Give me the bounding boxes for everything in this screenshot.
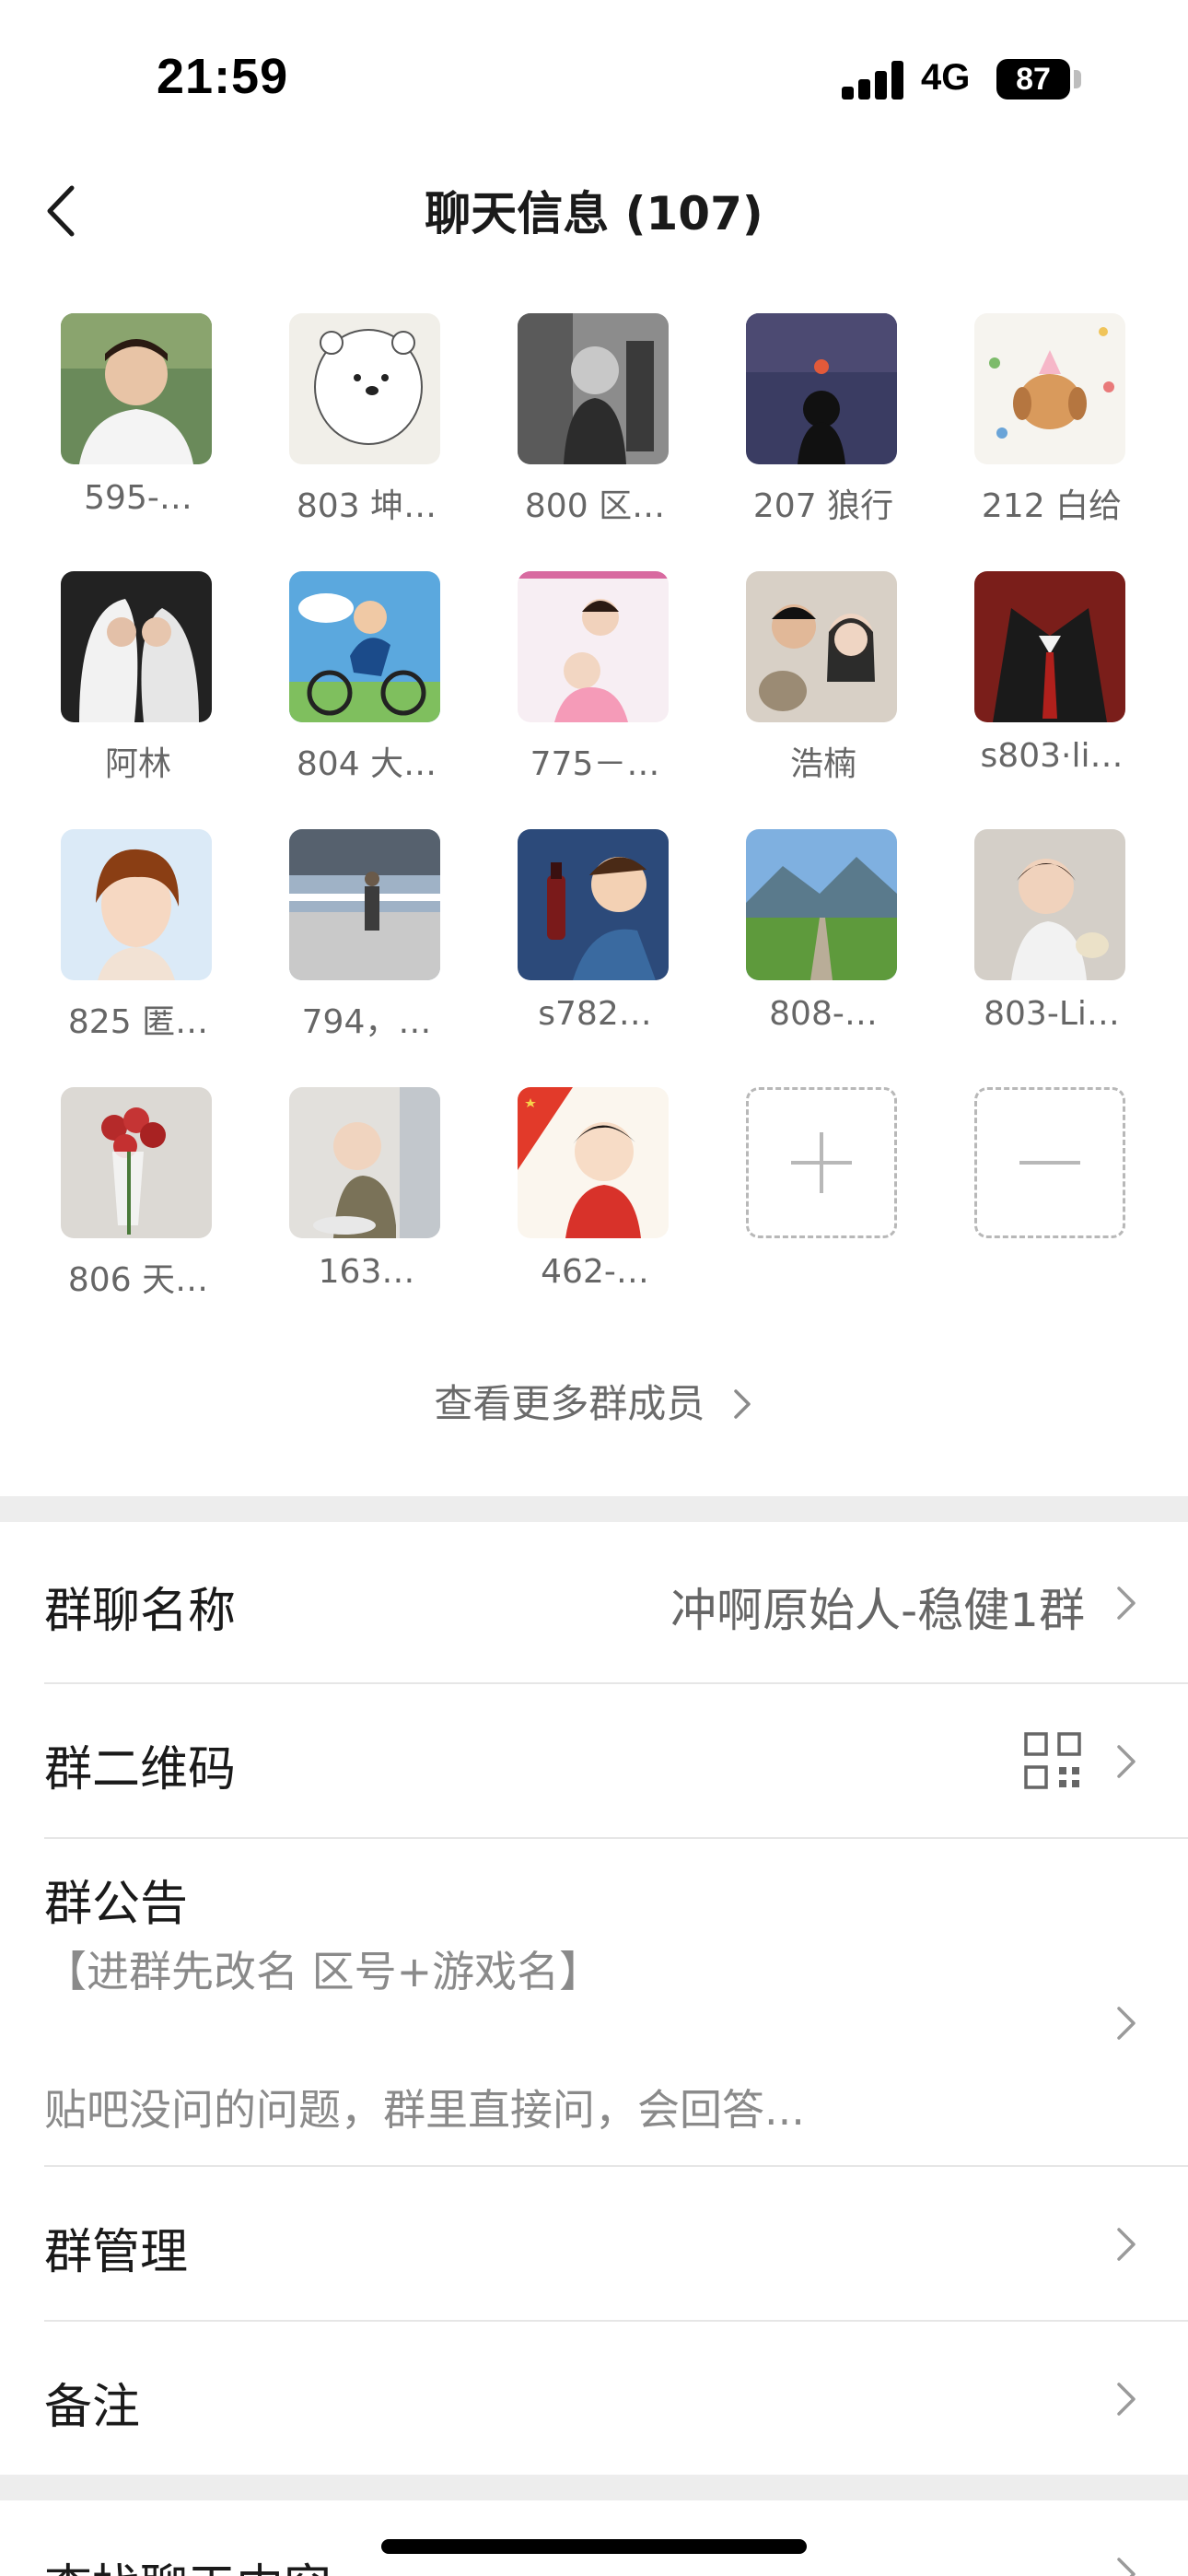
member-item[interactable]: 806 天…: [31, 1087, 215, 1308]
member-item[interactable]: 163…: [260, 1087, 444, 1308]
member-item[interactable]: 804 大…: [260, 571, 444, 792]
avatar: [61, 829, 212, 980]
member-item[interactable]: s803·li…: [945, 571, 1129, 792]
group-manage-label: 群管理: [44, 2225, 189, 2280]
member-name: 775－…: [530, 745, 660, 783]
avatar: [518, 571, 669, 722]
member-item[interactable]: 212 白给: [945, 313, 1129, 534]
plus-icon: [791, 1132, 852, 1193]
member-item[interactable]: 775－…: [488, 571, 672, 792]
notice-line-1: 【进群先改名 区号+游戏名】: [44, 1947, 602, 1996]
chevron-right-icon: [1117, 1587, 1136, 1620]
member-name: 阿林: [104, 745, 171, 783]
avatar: [289, 571, 440, 722]
avatar: [289, 829, 440, 980]
member-name: s803·li…: [980, 737, 1124, 775]
status-time: 21:59: [157, 49, 289, 104]
member-item[interactable]: 595-…: [31, 313, 215, 534]
member-name: 207 狼行: [752, 487, 894, 525]
member-item[interactable]: 803 坤…: [260, 313, 444, 534]
member-name: 803 坤…: [296, 487, 437, 525]
member-item[interactable]: 浩楠: [716, 571, 901, 792]
notice-line-2: 贴吧没问的问题，群里直接问，会回答...: [44, 2085, 805, 2135]
member-item[interactable]: 462-…: [488, 1087, 672, 1308]
member-name: 595-…: [84, 479, 192, 517]
avatar: [518, 1087, 669, 1238]
member-item[interactable]: 803-Li…: [945, 829, 1129, 1050]
group-name-row[interactable]: 群聊名称 冲啊原始人-稳健1群: [0, 1522, 1188, 1682]
status-bar: 21:59 4G 87: [0, 0, 1188, 157]
battery-icon: 87: [996, 59, 1070, 100]
group-name-value: 冲啊原始人-稳健1群: [670, 1584, 1085, 1637]
avatar: [61, 571, 212, 722]
chevron-right-icon: [1117, 2383, 1136, 2416]
member-name: 浩楠: [789, 745, 856, 783]
chevron-right-icon: [1117, 1745, 1136, 1778]
home-indicator[interactable]: [381, 2539, 807, 2554]
section-separator: [0, 2475, 1188, 2500]
group-name-label: 群聊名称: [44, 1584, 237, 1639]
member-item[interactable]: 825 匿…: [31, 829, 215, 1050]
remark-label: 备注: [44, 2380, 141, 2435]
chevron-right-icon: [1117, 2007, 1136, 2040]
qr-code-icon: [1024, 1732, 1081, 1789]
view-more-label: 查看更多群成员: [434, 1381, 705, 1426]
avatar: [289, 1087, 440, 1238]
avatar: [61, 313, 212, 464]
remove-member-box: [974, 1087, 1125, 1238]
avatar: [746, 829, 897, 980]
member-item[interactable]: 794，…: [260, 829, 444, 1050]
group-manage-row[interactable]: 群管理: [0, 2167, 1188, 2320]
member-item[interactable]: s782…: [488, 829, 672, 1050]
group-qr-label: 群二维码: [44, 1742, 237, 1797]
chevron-right-icon: [1117, 2558, 1136, 2576]
add-member-box: [746, 1087, 897, 1238]
avatar: [974, 829, 1125, 980]
add-member-button[interactable]: [716, 1087, 901, 1308]
view-more-members-link[interactable]: 查看更多群成员: [0, 1373, 1188, 1429]
member-name: 825 匿…: [67, 1003, 209, 1041]
member-name: 806 天…: [67, 1261, 209, 1299]
chevron-right-icon: [1117, 2228, 1136, 2261]
member-name: 804 大…: [296, 745, 437, 783]
search-chat-row[interactable]: 查找聊天内容: [0, 2500, 1188, 2576]
minus-icon: [1019, 1161, 1080, 1165]
group-notice-label: 群公告: [44, 1877, 189, 1932]
search-chat-label: 查找聊天内容: [44, 2548, 332, 2576]
member-item[interactable]: 207 狼行: [716, 313, 901, 534]
member-name: s782…: [538, 995, 652, 1033]
member-name: 803-Li…: [984, 995, 1120, 1033]
network-type: 4G: [921, 57, 971, 98]
battery-cap: [1074, 70, 1081, 88]
remark-row[interactable]: 备注: [0, 2322, 1188, 2475]
avatar: [746, 571, 897, 722]
avatar: [518, 313, 669, 464]
member-name: 794，…: [301, 1003, 432, 1041]
member-name: 808-…: [769, 995, 878, 1033]
remove-member-button[interactable]: [945, 1087, 1129, 1308]
avatar: [518, 829, 669, 980]
member-name: 212 白给: [981, 487, 1123, 525]
nav-bar: 聊天信息 (107): [0, 157, 1188, 267]
avatar: [974, 571, 1125, 722]
member-name: 462-…: [541, 1253, 649, 1291]
chevron-right-icon: [733, 1389, 751, 1419]
avatar: [289, 313, 440, 464]
member-item[interactable]: 808-…: [716, 829, 901, 1050]
group-qr-row[interactable]: 群二维码: [0, 1684, 1188, 1837]
group-notice-row[interactable]: 群公告 【进群先改名 区号+游戏名】 贴吧没问的问题，群里直接问，会回答...: [0, 1839, 1188, 2165]
member-name: 163…: [318, 1253, 415, 1291]
avatar: [974, 313, 1125, 464]
avatar: [61, 1087, 212, 1238]
signal-icon: [842, 61, 904, 100]
member-item[interactable]: 800 区…: [488, 313, 672, 534]
avatar: [746, 313, 897, 464]
section-separator: [0, 1496, 1188, 1522]
page-title: 聊天信息 (107): [425, 187, 763, 240]
member-name: 800 区…: [524, 487, 666, 525]
member-item[interactable]: 阿林: [31, 571, 215, 792]
